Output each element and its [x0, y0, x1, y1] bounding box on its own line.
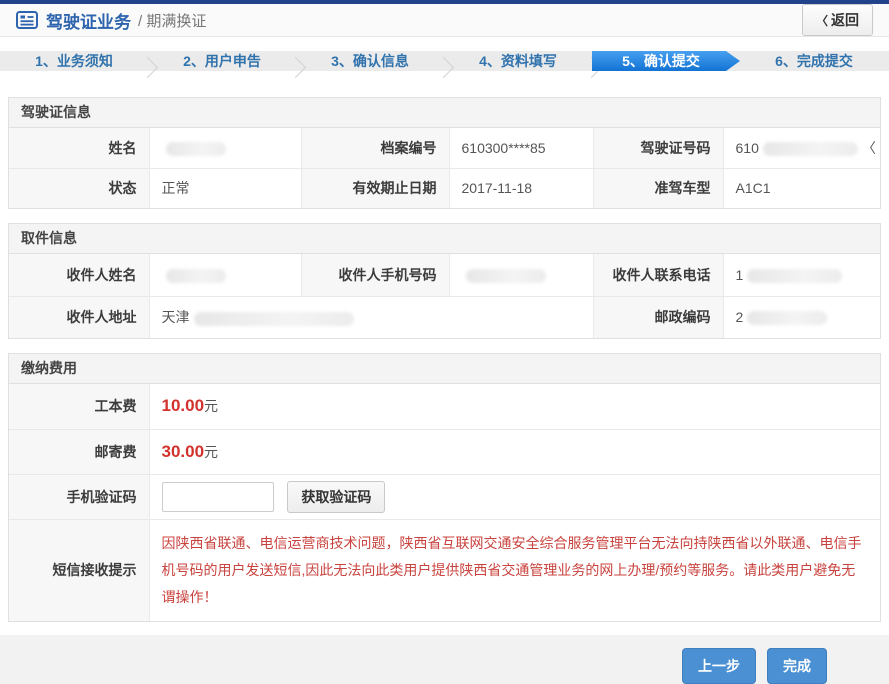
page-header: 驾驶证业务 / 期满换证 〈 返回: [0, 4, 889, 37]
step-progress-bar: 1、业务须知 2、用户申告 3、确认信息 4、资料填写 5、确认提交 6、完成提…: [0, 51, 889, 71]
redacted-value: [747, 269, 842, 283]
fees-section: 缴纳费用 工本费 10.00元 邮寄费 30.00元 手机验证码 获取验证码: [8, 353, 881, 622]
redacted-value: [466, 269, 546, 283]
field-value-status: 正常: [149, 168, 301, 208]
get-sms-code-button[interactable]: 获取验证码: [287, 481, 385, 513]
redacted-value: [747, 311, 827, 325]
table-row: 邮寄费 30.00元: [9, 429, 880, 474]
previous-step-button[interactable]: 上一步: [682, 648, 756, 684]
license-info-table: 姓名 档案编号 610300****85 驾驶证号码 610 〈 状态 正常 有效…: [9, 128, 880, 208]
field-label-status: 状态: [9, 168, 149, 208]
chevron-left-icon: 〈: [816, 12, 828, 29]
field-label-recipient-mobile: 收件人手机号码: [301, 254, 449, 296]
production-fee-unit: 元: [204, 398, 218, 414]
production-fee-amount: 10.00: [162, 396, 205, 415]
footer-action-bar: 上一步 完成: [0, 635, 889, 684]
redacted-value: [194, 312, 354, 326]
postal-prefix: 2: [736, 309, 744, 325]
table-row: 手机验证码 获取验证码: [9, 474, 880, 519]
step-5-confirm-submit[interactable]: 5、确认提交: [592, 51, 740, 71]
field-label-recipient-name: 收件人姓名: [9, 254, 149, 296]
sms-notice-cell: 因陕西省联通、电信运营商技术问题，陕西省互联网交通安全综合服务管理平台无法向持陕…: [149, 519, 880, 621]
mailing-fee-unit: 元: [204, 444, 218, 460]
finish-button[interactable]: 完成: [767, 648, 827, 684]
pickup-info-table: 收件人姓名 收件人手机号码 收件人联系电话 1 收件人地址 天津 邮政编码 2: [9, 254, 880, 338]
field-value-expiry-date: 2017-11-18: [449, 168, 593, 208]
license-number-prefix: 610: [736, 140, 759, 156]
field-value-recipient-mobile: [449, 254, 593, 296]
field-label-license-number: 驾驶证号码: [593, 128, 723, 168]
sms-code-cell: 获取验证码: [149, 474, 880, 519]
step-6-complete-submit[interactable]: 6、完成提交: [740, 51, 888, 71]
field-value-name: [149, 128, 301, 168]
redacted-value: [763, 142, 858, 156]
field-label-sms-notice: 短信接收提示: [9, 519, 149, 621]
license-info-section-title: 驾驶证信息: [9, 98, 880, 128]
table-row: 工本费 10.00元: [9, 384, 880, 429]
field-value-recipient-name: [149, 254, 301, 296]
fees-section-title: 缴纳费用: [9, 354, 880, 384]
field-label-vehicle-class: 准驾车型: [593, 168, 723, 208]
step-3-confirm-info[interactable]: 3、确认信息: [296, 51, 444, 71]
field-value-production-fee: 10.00元: [149, 384, 880, 429]
redacted-value: [166, 269, 226, 283]
fees-table: 工本费 10.00元 邮寄费 30.00元 手机验证码 获取验证码 短信接收提: [9, 384, 880, 621]
step-1-business-notice[interactable]: 1、业务须知: [0, 51, 148, 71]
mailing-fee-amount: 30.00: [162, 442, 205, 461]
license-number-suffix: 〈: [862, 140, 876, 156]
table-row: 短信接收提示 因陕西省联通、电信运营商技术问题，陕西省互联网交通安全综合服务管理…: [9, 519, 880, 621]
field-label-recipient-address: 收件人地址: [9, 296, 149, 338]
table-row: 姓名 档案编号 610300****85 驾驶证号码 610 〈: [9, 128, 880, 168]
license-card-icon: [16, 11, 38, 29]
field-value-license-number: 610 〈: [723, 128, 880, 168]
table-row: 收件人地址 天津 邮政编码 2: [9, 296, 880, 338]
field-value-file-number: 610300****85: [449, 128, 593, 168]
field-value-vehicle-class: A1C1: [723, 168, 880, 208]
redacted-value: [166, 142, 226, 156]
field-label-production-fee: 工本费: [9, 384, 149, 429]
field-value-recipient-phone: 1: [723, 254, 880, 296]
field-label-name: 姓名: [9, 128, 149, 168]
sms-notice-text: 因陕西省联通、电信运营商技术问题，陕西省互联网交通安全综合服务管理平台无法向持陕…: [162, 530, 867, 612]
back-button[interactable]: 〈 返回: [802, 4, 873, 36]
step-2-user-declaration[interactable]: 2、用户申告: [148, 51, 296, 71]
field-label-expiry-date: 有效期止日期: [301, 168, 449, 208]
page-title: 驾驶证业务: [46, 8, 131, 33]
field-value-postal-code: 2: [723, 296, 880, 338]
field-value-mailing-fee: 30.00元: [149, 429, 880, 474]
field-label-mailing-fee: 邮寄费: [9, 429, 149, 474]
sms-code-input[interactable]: [162, 482, 274, 512]
step-4-fill-data[interactable]: 4、资料填写: [444, 51, 592, 71]
breadcrumb-current: / 期满换证: [138, 10, 206, 31]
field-label-recipient-phone: 收件人联系电话: [593, 254, 723, 296]
field-label-postal-code: 邮政编码: [593, 296, 723, 338]
field-value-recipient-address: 天津: [149, 296, 593, 338]
table-row: 收件人姓名 收件人手机号码 收件人联系电话 1: [9, 254, 880, 296]
pickup-info-section-title: 取件信息: [9, 224, 880, 254]
pickup-info-section: 取件信息 收件人姓名 收件人手机号码 收件人联系电话 1 收件人地址 天津: [8, 223, 881, 339]
table-row: 状态 正常 有效期止日期 2017-11-18 准驾车型 A1C1: [9, 168, 880, 208]
back-button-label: 返回: [831, 10, 859, 30]
field-label-file-number: 档案编号: [301, 128, 449, 168]
field-label-sms-code: 手机验证码: [9, 474, 149, 519]
address-prefix: 天津: [162, 309, 190, 325]
phone-prefix: 1: [736, 267, 744, 283]
license-info-section: 驾驶证信息 姓名 档案编号 610300****85 驾驶证号码 610 〈 状态…: [8, 97, 881, 209]
